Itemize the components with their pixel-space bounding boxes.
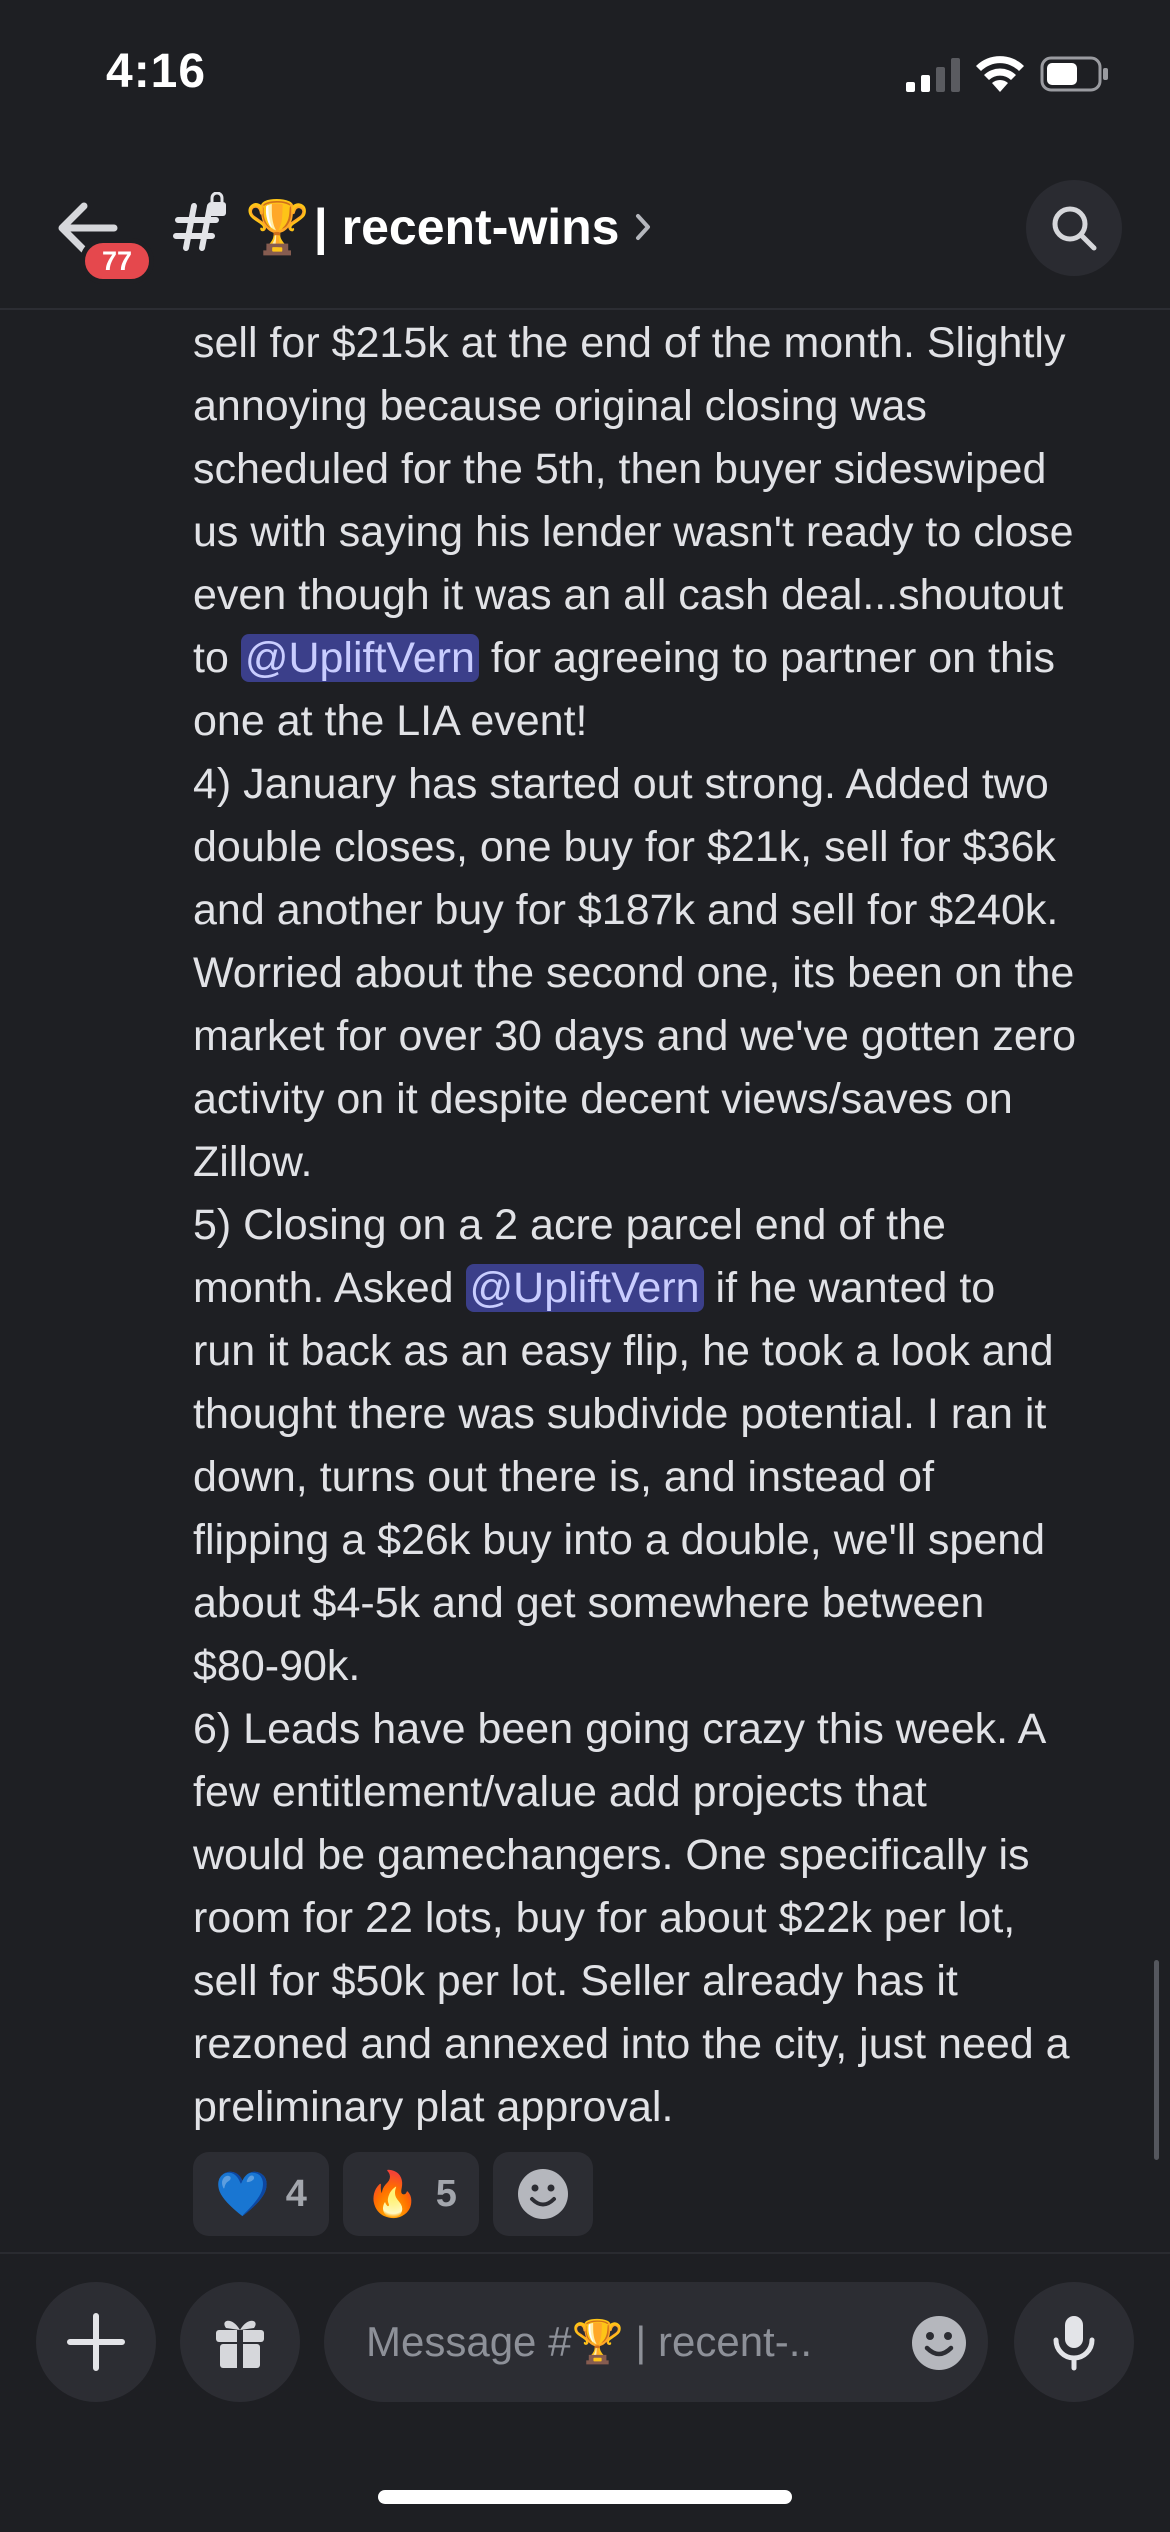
message-text: sell for $50k per lot. Seller already ha…: [193, 1957, 958, 2005]
message-text: down, turns out there is, and instead of: [193, 1453, 935, 1501]
add-reaction-smiley-icon: [517, 2169, 568, 2219]
message-line: market for over 30 days and we've gotten…: [193, 1005, 1076, 1068]
fire-icon: 🔥: [364, 2170, 420, 2219]
search-icon: [1052, 206, 1097, 251]
message-line: 6) Leads have been going crazy this week…: [193, 1698, 1046, 1761]
message-text: 6) Leads have been going crazy this week…: [193, 1705, 1047, 1753]
message-text: 5) Closing on a 2 acre parcel end of the: [193, 1201, 946, 1249]
message-line: would be gamechangers. One specifically …: [193, 1824, 1030, 1887]
discord-channel-screen: 4:16 77 🏆 | recent-wins sell for $215k a…: [0, 0, 1170, 2532]
message-line: run it back as an easy flip, he took a l…: [193, 1320, 1054, 1383]
cellular-signal-icon: [906, 58, 960, 92]
message-line: $80-90k.: [193, 1635, 360, 1698]
gift-icon: [216, 2320, 264, 2368]
reaction-fire[interactable]: 🔥 5: [342, 2152, 479, 2236]
message-text: run it back as an easy flip, he took a l…: [193, 1327, 1054, 1375]
message-line: down, turns out there is, and instead of: [193, 1446, 934, 1509]
blue-heart-icon: 💙: [215, 2170, 270, 2219]
message-text: 4) January has started out strong. Added…: [193, 760, 1049, 808]
reaction-count: 4: [285, 2172, 307, 2215]
message-line: sell for $215k at the end of the month. …: [193, 312, 1065, 375]
add-reaction-button[interactable]: [492, 2152, 593, 2236]
message-text: few entitlement/value add projects that: [193, 1768, 927, 1816]
message-line: Worried about the second one, its been o…: [193, 942, 1074, 1005]
message-text: for agreeing to partner on this: [478, 634, 1055, 682]
voice-message-button[interactable]: [1014, 2282, 1134, 2402]
message-line: activity on it despite decent views/save…: [193, 1068, 1013, 1131]
scrollbar-thumb[interactable]: [1154, 1960, 1159, 2160]
channel-name: | recent-wins: [313, 199, 620, 255]
status-bar: 4:16: [0, 0, 1170, 150]
message-list[interactable]: sell for $215k at the end of the month. …: [0, 312, 1170, 2252]
message-text: scheduled for the 5th, then buyer sidesw…: [193, 445, 1047, 493]
message-text: us with saying his lender wasn't ready t…: [193, 508, 1074, 556]
channel-header: 77 🏆 | recent-wins: [0, 150, 1170, 310]
message-text: market for over 30 days and we've gotten…: [193, 1012, 1077, 1060]
channel-hash-lock-icon: [172, 191, 230, 256]
message-text: thought there was subdivide potential. I…: [193, 1390, 1047, 1438]
message-line: room for 22 lots, buy for about $22k per…: [193, 1887, 1015, 1950]
message-text: preliminary plat approval.: [193, 2083, 674, 2131]
attach-button[interactable]: [36, 2282, 156, 2402]
message-line: double closes, one buy for $21k, sell fo…: [193, 816, 1056, 879]
message-line: flipping a $26k buy into a double, we'll…: [193, 1509, 1045, 1572]
message-input[interactable]: Message #🏆 | recent-..: [324, 2282, 988, 2402]
message-line: sell for $50k per lot. Seller already ha…: [193, 1950, 958, 2013]
message-text: double closes, one buy for $21k, sell fo…: [193, 823, 1056, 871]
message-line: 4) January has started out strong. Added…: [193, 753, 1049, 816]
unread-count-badge: 77: [80, 238, 154, 284]
message-line: one at the LIA event!: [193, 690, 587, 753]
message-line: thought there was subdivide potential. I…: [193, 1383, 1046, 1446]
message-text: if he wanted to: [703, 1264, 996, 1312]
message-line: Zillow.: [193, 1131, 312, 1194]
message-text: flipping a $26k buy into a double, we'll…: [193, 1516, 1046, 1564]
message-text: sell for $215k at the end of the month. …: [193, 319, 1066, 367]
user-mention[interactable]: @UpliftVern: [240, 634, 479, 682]
message-input-placeholder: Message #🏆 | recent-..: [366, 2318, 813, 2365]
message-text: one at the LIA event!: [193, 697, 588, 745]
message-line: and another buy for $187k and sell for $…: [193, 879, 1058, 942]
message-text: activity on it despite decent views/save…: [193, 1075, 1013, 1123]
channel-title[interactable]: 🏆 | recent-wins: [245, 192, 652, 262]
user-mention[interactable]: @UpliftVern: [465, 1264, 704, 1312]
wifi-icon: [976, 56, 1024, 92]
message-text: to: [193, 634, 241, 682]
message-text: month. Asked: [193, 1264, 466, 1312]
status-time: 4:16: [106, 45, 207, 98]
message-text: about $4-5k and get somewhere between: [193, 1579, 985, 1627]
reaction-blue-heart[interactable]: 💙 4: [193, 2152, 329, 2236]
message-text: even though it was an all cash deal...sh…: [193, 571, 1064, 619]
message-line: about $4-5k and get somewhere between: [193, 1572, 984, 1635]
message-text: Zillow.: [193, 1138, 313, 1186]
message-line: month. Asked @UpliftVern if he wanted to: [193, 1257, 995, 1320]
message-line: preliminary plat approval.: [193, 2076, 673, 2139]
message-line: to @UpliftVern for agreeing to partner o…: [193, 627, 1055, 690]
message-text: and another buy for $187k and sell for $…: [193, 886, 1059, 934]
chevron-right-icon: [635, 214, 650, 240]
message-text: room for 22 lots, buy for about $22k per…: [193, 1894, 1016, 1942]
home-indicator[interactable]: [378, 2490, 792, 2504]
message-text: would be gamechangers. One specifically …: [193, 1831, 1030, 1879]
microphone-icon: [1053, 2316, 1095, 2371]
message-line: 5) Closing on a 2 acre parcel end of the: [193, 1194, 946, 1257]
message-text: Worried about the second one, its been o…: [193, 949, 1075, 997]
reaction-count: 5: [435, 2172, 457, 2215]
plus-icon: [67, 2313, 125, 2371]
message-line: few entitlement/value add projects that: [193, 1761, 927, 1824]
emoji-picker-icon[interactable]: [910, 2314, 968, 2372]
message-text: annoying because original closing was: [193, 382, 927, 430]
message-line: annoying because original closing was: [193, 375, 927, 438]
reaction-bar: 💙 4 🔥 5: [193, 2152, 593, 2236]
message-text: rezoned and annexed into the city, just …: [193, 2020, 1070, 2068]
gift-button[interactable]: [180, 2282, 300, 2402]
message-line: scheduled for the 5th, then buyer sidesw…: [193, 438, 1046, 501]
search-button[interactable]: [1026, 180, 1122, 276]
battery-icon: [1040, 56, 1108, 92]
message-line: us with saying his lender wasn't ready t…: [193, 501, 1074, 564]
message-line: rezoned and annexed into the city, just …: [193, 2013, 1070, 2076]
trophy-emoji: 🏆: [245, 198, 310, 257]
message-text: $80-90k.: [193, 1642, 361, 1690]
message-line: even though it was an all cash deal...sh…: [193, 564, 1063, 627]
